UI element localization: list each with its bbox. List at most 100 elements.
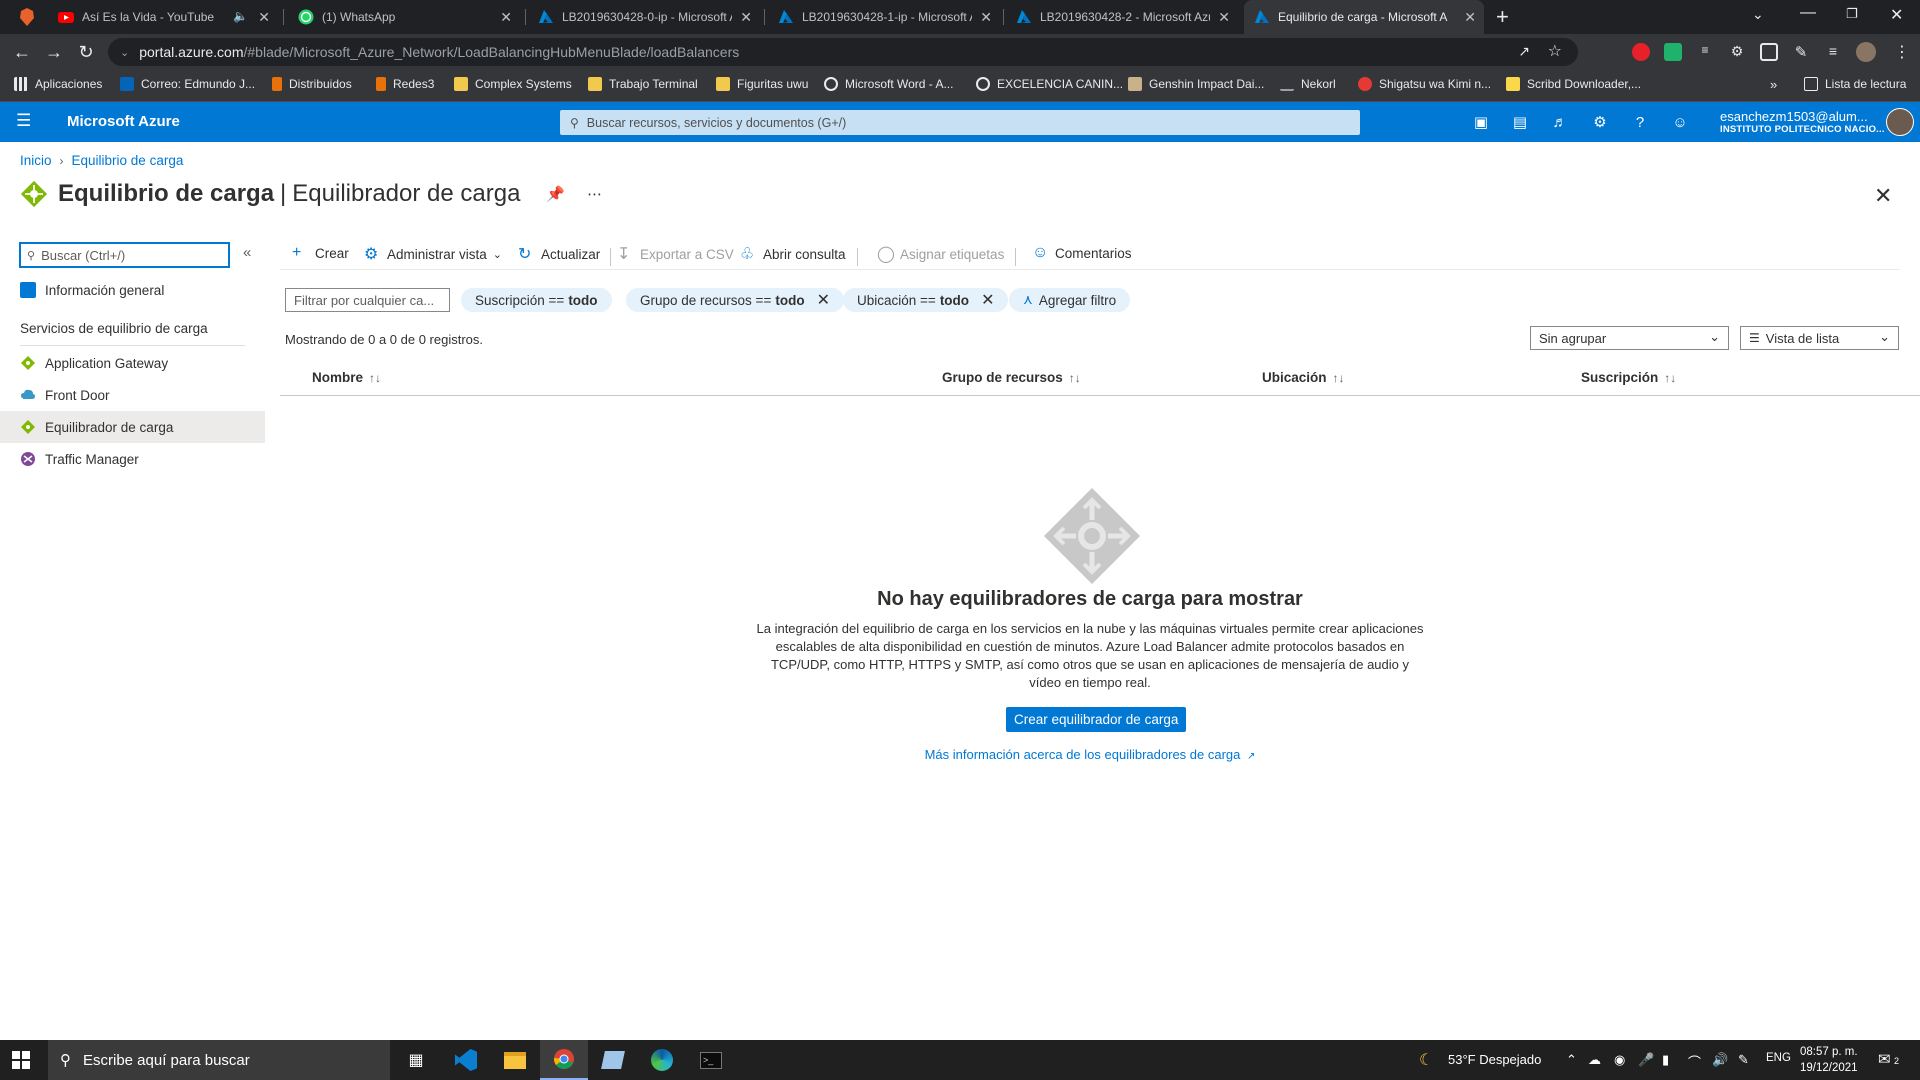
bookmark-redes3[interactable]: Redes3 <box>376 77 434 91</box>
more-bookmarks-icon[interactable]: » <box>1770 77 1777 92</box>
pin-icon[interactable]: 📌 <box>546 185 565 203</box>
speaker-icon[interactable]: 🔈 <box>233 9 248 23</box>
export-csv-button[interactable]: ↧ Exportar a CSV <box>617 244 734 264</box>
tab-youtube[interactable]: Así Es la Vida - YouTube 🔈 ✕ <box>48 0 278 34</box>
tab-load-balancing[interactable]: Equilibrio de carga - Microsoft A ✕ <box>1244 0 1484 34</box>
back-icon[interactable]: ← <box>10 40 34 64</box>
battery-icon[interactable]: ▮ <box>1662 1052 1669 1068</box>
reading-list-icon[interactable]: ≡ <box>1824 43 1842 61</box>
taskbar-app-notes[interactable] <box>589 1040 637 1080</box>
close-tab-icon[interactable]: ✕ <box>980 9 992 26</box>
notifications-bell-icon[interactable]: ♬ <box>1549 112 1571 132</box>
bookmark-nekorl[interactable]: Nekorl <box>1280 77 1336 91</box>
cloud-shell-icon[interactable]: ▣ <box>1470 112 1492 132</box>
share-icon[interactable]: ↗ <box>1518 43 1530 60</box>
close-tab-icon[interactable]: ✕ <box>1218 9 1230 26</box>
column-header-resource-group[interactable]: Grupo de recursos ↑↓ <box>942 370 1081 385</box>
column-header-name[interactable]: Nombre ↑↓ <box>312 370 381 385</box>
pen-icon[interactable]: ✎ <box>1738 1052 1749 1068</box>
column-header-location[interactable]: Ubicación ↑↓ <box>1262 370 1345 385</box>
maximize-icon[interactable]: ❐ <box>1846 6 1858 22</box>
remove-filter-icon[interactable]: ✕ <box>817 290 830 310</box>
minimize-icon[interactable]: — <box>1800 4 1816 22</box>
taskbar-edge[interactable] <box>638 1040 686 1080</box>
extension-window-icon[interactable] <box>1760 43 1778 61</box>
add-filter-button[interactable]: ⋏ Agregar filtro <box>1009 288 1131 312</box>
tab-search-icon[interactable]: ⌄ <box>1752 6 1764 23</box>
azure-brand[interactable]: Microsoft Azure <box>67 113 180 130</box>
extension-green-icon[interactable] <box>1664 43 1682 61</box>
bookmark-word[interactable]: Microsoft Word - A... <box>824 77 953 91</box>
close-tab-icon[interactable]: ✕ <box>740 9 752 26</box>
close-tab-icon[interactable]: ✕ <box>1464 9 1476 26</box>
bookmark-complex-systems[interactable]: Complex Systems <box>454 77 572 91</box>
hamburger-menu-icon[interactable]: ☰ <box>16 111 31 131</box>
bookmark-apps[interactable]: Aplicaciones <box>14 77 102 91</box>
taskbar-vscode[interactable] <box>442 1040 490 1080</box>
filter-pill-location[interactable]: Ubicación == todo ✕ <box>843 288 1009 312</box>
webcam-icon[interactable]: ◉ <box>1614 1052 1625 1068</box>
global-search-input[interactable]: ⚲ Buscar recursos, servicios y documento… <box>560 110 1360 135</box>
browser-menu-icon[interactable]: ⋮ <box>1894 42 1910 62</box>
tab-lb-0-ip[interactable]: LB2019630428-0-ip - Microsoft A ✕ <box>528 0 760 34</box>
create-button[interactable]: + Crear <box>292 244 349 262</box>
feedback-button[interactable]: ☺ Comentarios <box>1032 244 1132 262</box>
extensions-puzzle-icon[interactable]: ✎ <box>1792 43 1810 61</box>
breadcrumb-load-balancing[interactable]: Equilibrio de carga <box>72 153 184 168</box>
learn-more-link[interactable]: Más información acerca de los equilibrad… <box>690 747 1490 762</box>
site-info-icon[interactable]: ⌄ <box>120 46 129 59</box>
show-hidden-icons[interactable]: ⌃ <box>1566 1052 1577 1068</box>
bookmark-scribd[interactable]: Scribd Downloader,... <box>1506 77 1641 91</box>
menu-search-input[interactable]: ⚲ Buscar (Ctrl+/) <box>19 242 230 268</box>
bookmark-star-icon[interactable]: ☆ <box>1548 41 1562 61</box>
new-tab-icon[interactable]: + <box>1496 4 1509 30</box>
onedrive-icon[interactable]: ☁ <box>1588 1052 1601 1068</box>
taskbar-terminal[interactable]: >_ <box>687 1040 735 1080</box>
notification-center-icon[interactable]: ✉ <box>1878 1050 1891 1068</box>
close-tab-icon[interactable]: ✕ <box>258 9 270 26</box>
weather-moon-icon[interactable]: ☾ <box>1419 1050 1433 1070</box>
reload-icon[interactable]: ↻ <box>74 40 98 64</box>
extension-gear-icon[interactable]: ⚙ <box>1728 43 1746 61</box>
menu-item-load-balancer[interactable]: Equilibrador de carga <box>0 411 265 443</box>
weather-text[interactable]: 53°F Despejado <box>1448 1052 1541 1067</box>
system-clock[interactable]: 08:57 p. m. 19/12/2021 <box>1800 1044 1858 1076</box>
grouping-dropdown[interactable]: Sin agrupar ⌄ <box>1530 326 1729 350</box>
input-language[interactable]: ENG <box>1766 1052 1791 1064</box>
close-window-icon[interactable]: ✕ <box>1890 5 1903 25</box>
tab-lb-2[interactable]: LB2019630428-2 - Microsoft Azu ✕ <box>1006 0 1238 34</box>
help-icon[interactable]: ? <box>1629 112 1651 132</box>
filter-pill-subscription[interactable]: Suscripción == todo <box>461 288 612 312</box>
directory-filter-icon[interactable]: ▤ <box>1509 112 1531 132</box>
bookmark-correo[interactable]: Correo: Edmundo J... <box>120 77 255 91</box>
column-header-subscription[interactable]: Suscripción ↑↓ <box>1581 370 1676 385</box>
menu-item-application-gateway[interactable]: Application Gateway <box>0 347 265 379</box>
manage-view-button[interactable]: ⚙ Administrar vista ⌄ <box>364 244 502 264</box>
bookmark-figuritas[interactable]: Figuritas uwu <box>716 77 808 91</box>
create-load-balancer-button[interactable]: Crear equilibrador de carga <box>1006 707 1187 732</box>
bookmark-excelencia[interactable]: EXCELENCIA CANIN... <box>976 77 1123 91</box>
reading-list-button[interactable]: Lista de lectura <box>1804 77 1906 91</box>
feedback-icon[interactable]: ☺ <box>1669 112 1691 132</box>
taskbar-file-explorer[interactable] <box>491 1040 539 1080</box>
close-tab-icon[interactable]: ✕ <box>500 9 512 26</box>
more-options-icon[interactable]: ⋯ <box>587 185 602 203</box>
view-dropdown[interactable]: ☰ Vista de lista ⌄ <box>1740 326 1899 350</box>
taskbar-chrome[interactable] <box>540 1040 588 1080</box>
bookmark-distribuidos[interactable]: Distribuidos <box>272 77 352 91</box>
windows-start-icon[interactable] <box>12 1051 30 1069</box>
bookmark-shigatsu[interactable]: Shigatsu wa Kimi n... <box>1358 77 1491 91</box>
extension-translate-icon[interactable]: ≡ <box>1696 43 1714 61</box>
extension-red-icon[interactable] <box>1632 43 1650 61</box>
refresh-button[interactable]: ↻ Actualizar <box>518 244 600 264</box>
address-bar[interactable]: ⌄ portal.azure.com/#blade/Microsoft_Azur… <box>108 38 1578 66</box>
profile-avatar[interactable] <box>1856 42 1876 62</box>
assign-tags-button[interactable]: ◯ Asignar etiquetas <box>877 244 1004 264</box>
remove-filter-icon[interactable]: ✕ <box>981 290 994 310</box>
filter-input[interactable]: Filtrar por cualquier ca... <box>285 288 450 312</box>
breadcrumb-home[interactable]: Inicio <box>20 153 52 168</box>
open-query-button[interactable]: ♧ Abrir consulta <box>740 244 846 264</box>
bookmark-trabajo-terminal[interactable]: Trabajo Terminal <box>588 77 698 91</box>
wifi-icon[interactable]: ⌒ <box>1688 1052 1701 1071</box>
volume-icon[interactable]: 🔊 <box>1712 1052 1728 1068</box>
